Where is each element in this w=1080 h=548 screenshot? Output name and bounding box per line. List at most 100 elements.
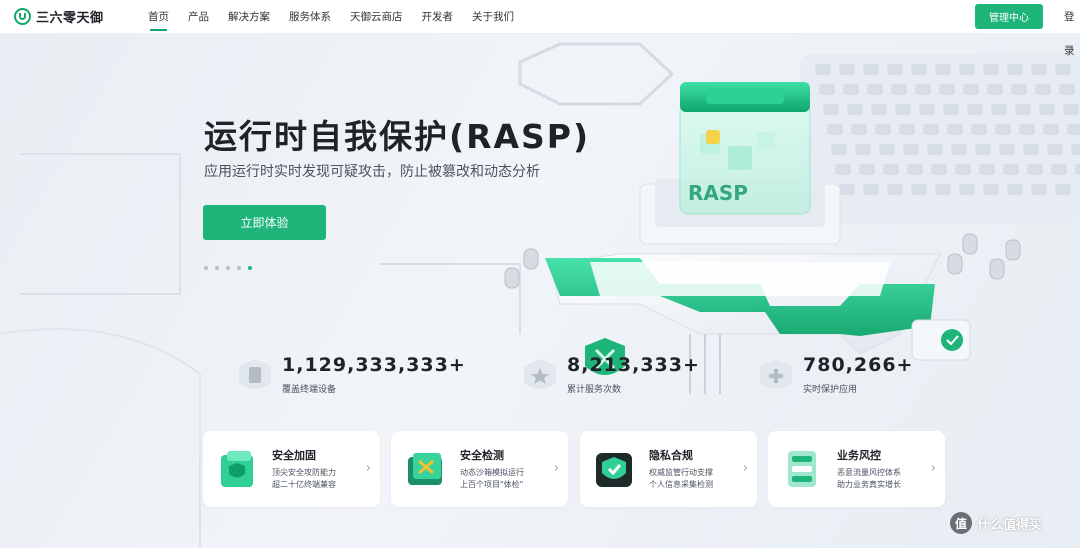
keyboard-key [903, 144, 919, 155]
risk-server-icon [788, 450, 816, 487]
keyboard-key [819, 84, 835, 95]
card-desc-1: 权威监管行动支撑 [649, 468, 713, 477]
keyboard-key [1007, 184, 1023, 195]
keyboard-key [975, 144, 991, 155]
stat-apps: 780,266+ 实时保护应用 [757, 354, 913, 396]
keyboard-key [919, 104, 935, 115]
card-desc-2: 个人信息采集检测 [649, 480, 713, 489]
keyboard-key [951, 144, 967, 155]
keyboard-key [1051, 164, 1067, 175]
keyboard-key [1039, 104, 1055, 115]
stat-devices-label: 覆盖终端设备 [282, 385, 337, 395]
menu-item-solutions[interactable]: 解决方案 [228, 0, 270, 34]
carousel-indicator [204, 266, 259, 270]
keyboard-key [983, 64, 999, 75]
keyboard-key [955, 164, 971, 175]
keyboard-key [959, 64, 975, 75]
keyboard-key [839, 64, 855, 75]
stat-devices: 1,129,333,333+ 覆盖终端设备 [236, 354, 466, 396]
try-now-button[interactable]: 立即体验 [203, 205, 326, 240]
login-link[interactable]: 登录 [1064, 0, 1080, 57]
card-title: 安全加固 [272, 449, 316, 462]
card-privacy-compliance[interactable]: 隐私合规 权威监管行动支撑 个人信息采集检测 › [580, 431, 757, 507]
card-security-detection[interactable]: 安全检测 动态沙箱模拟运行 上百个项目"体检" › [391, 431, 568, 507]
rasp-chip-label: RASP [688, 181, 748, 205]
watermark: 值 什么值得买 [950, 512, 1042, 534]
detection-box-icon [408, 452, 442, 485]
keyboard-key [1031, 184, 1047, 195]
keyboard-key [1047, 144, 1063, 155]
keyboard-key [939, 84, 955, 95]
hero-title: 运行时自我保护(RASP) [204, 117, 591, 156]
keyboard-key [1055, 184, 1071, 195]
stat-services-value: 8,213,333+ [567, 354, 700, 376]
hero-subtitle: 应用运行时实时发现可疑攻击，防止被篡改和动态分析 [204, 164, 540, 180]
keyboard-key [863, 184, 879, 195]
keyboard-key [983, 184, 999, 195]
card-business-risk-control[interactable]: 业务风控 恶意流量风控体系 助力业务真实增长 › [768, 431, 945, 507]
stat-services-label: 累计服务次数 [567, 385, 622, 395]
management-center-button[interactable]: 管理中心 [975, 4, 1043, 29]
keyboard-key [815, 64, 831, 75]
card-security-hardening[interactable]: 安全加固 顶尖安全攻防能力 超二十亿终端兼容 › [203, 431, 380, 507]
menu-item-home[interactable]: 首页 [148, 0, 169, 34]
card-desc-2: 超二十亿终端兼容 [272, 480, 336, 489]
keyboard-key [1075, 164, 1080, 175]
keyboard-key [1043, 124, 1059, 135]
device-cube-icon [236, 356, 274, 396]
privacy-shield-icon [596, 452, 632, 487]
keyboard-key [935, 184, 951, 195]
keyboard-key [1019, 124, 1035, 135]
keyboard-key [987, 84, 1003, 95]
card-desc-1: 顶尖安全攻防能力 [272, 468, 336, 477]
keyboard-key [863, 64, 879, 75]
card-desc-1: 恶意流量风控体系 [837, 468, 901, 477]
keyboard-key [1011, 84, 1027, 95]
keyboard-key [883, 164, 899, 175]
card-title: 隐私合规 [649, 449, 693, 462]
carousel-dot-3[interactable] [226, 266, 230, 270]
keyboard-key [867, 84, 883, 95]
keyboard-key [943, 104, 959, 115]
card-title: 业务风控 [837, 449, 881, 462]
stat-apps-value: 780,266+ [803, 354, 914, 376]
keyboard-key [1071, 144, 1080, 155]
plus-shield-icon [757, 356, 795, 396]
card-desc-2: 助力业务真实增长 [837, 480, 901, 489]
keyboard-key [875, 124, 891, 135]
carousel-dot-5[interactable] [248, 266, 252, 270]
keyboard-key [915, 84, 931, 95]
watermark-logo-icon: 值 [950, 512, 972, 534]
keyboard-key [887, 64, 903, 75]
menu-item-cloud-store[interactable]: 天御云商店 [350, 0, 403, 34]
keyboard-key [911, 184, 927, 195]
stat-apps-label: 实时保护应用 [803, 385, 858, 395]
chevron-right-icon: › [553, 461, 559, 476]
keyboard-key [971, 124, 987, 135]
keyboard-key [1059, 84, 1075, 95]
stat-devices-value: 1,129,333,333+ [282, 354, 466, 376]
keyboard-key [831, 144, 847, 155]
watermark-text: 什么值得买 [977, 517, 1043, 533]
menu-item-products[interactable]: 产品 [188, 0, 209, 34]
keyboard-key [1007, 64, 1023, 75]
keyboard-key [995, 124, 1011, 135]
logo[interactable]: 三六零天御 [14, 7, 132, 26]
carousel-dot-2[interactable] [215, 266, 219, 270]
keyboard-key [979, 164, 995, 175]
keyboard-key [991, 104, 1007, 115]
carousel-dot-4[interactable] [237, 266, 241, 270]
menu-item-services[interactable]: 服务体系 [289, 0, 331, 34]
carousel-dot-1[interactable] [204, 266, 208, 270]
card-desc-1: 动态沙箱模拟运行 [460, 468, 524, 477]
keyboard-key [911, 64, 927, 75]
logo-icon [14, 8, 31, 25]
keyboard-key [1015, 104, 1031, 115]
keyboard-key [1067, 124, 1080, 135]
card-desc-2: 上百个项目"体检" [460, 480, 524, 489]
menu-item-about[interactable]: 关于我们 [472, 0, 514, 34]
chevron-right-icon: › [930, 461, 936, 476]
keyboard-key [839, 184, 855, 195]
keyboard-key [847, 104, 863, 115]
menu-item-developers[interactable]: 开发者 [422, 0, 454, 34]
